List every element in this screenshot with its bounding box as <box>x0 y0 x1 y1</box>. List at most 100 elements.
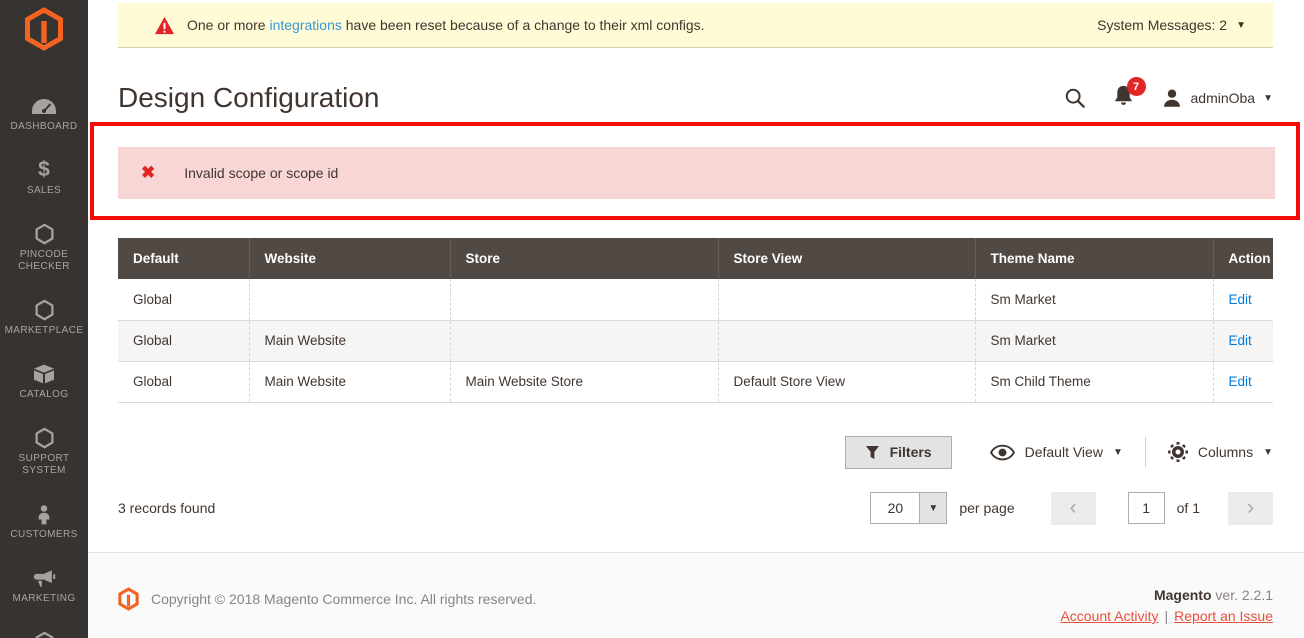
account-activity-link[interactable]: Account Activity <box>1060 608 1158 624</box>
sidebar-item-customers[interactable]: CUSTOMERS <box>2 503 86 541</box>
cell-default: Global <box>118 320 250 362</box>
gear-icon <box>1167 442 1188 462</box>
magento-logo-icon[interactable] <box>24 6 64 57</box>
column-header-store[interactable]: Store <box>450 238 719 279</box>
hexagon-icon <box>34 631 55 638</box>
magento-footer-logo-icon <box>118 587 139 611</box>
chevron-down-icon: ▼ <box>1263 446 1273 458</box>
cell-store <box>450 279 719 321</box>
hexagon-icon <box>34 299 55 321</box>
column-header-store-view[interactable]: Store View <box>718 238 976 279</box>
admin-sidebar: DASHBOARD $ SALES PINCODE CHECKER MARKET… <box>0 0 88 638</box>
cell-store-view: Default Store View <box>718 361 976 403</box>
records-count: 3 records found <box>118 500 216 516</box>
column-header-action[interactable]: Action <box>1213 238 1273 279</box>
sidebar-item-label: CUSTOMERS <box>10 529 78 540</box>
view-label: Default View <box>1024 444 1103 460</box>
sidebar-item-support-system[interactable]: SUPPORT SYSTEM <box>2 427 86 477</box>
sidebar-item-sales[interactable]: $ SALES <box>2 159 86 197</box>
message-suffix: have been reset because of a change to t… <box>341 17 705 33</box>
table-row: Global Sm Market Edit <box>118 279 1273 321</box>
sidebar-item-label: PINCODE CHECKER <box>18 249 70 272</box>
prev-page-button[interactable]: ‹ <box>1050 491 1096 525</box>
column-header-theme-name[interactable]: Theme Name <box>975 238 1214 279</box>
sidebar-item-dashboard[interactable]: DASHBOARD <box>2 95 86 133</box>
annotation-highlight-box: ✖ Invalid scope or scope id <box>90 122 1300 220</box>
cell-store: Main Website Store <box>450 361 719 403</box>
design-config-grid: Default Website Store Store View Theme N… <box>118 238 1273 403</box>
filters-button[interactable]: Filters <box>844 435 952 469</box>
sidebar-item-marketing[interactable]: MARKETING <box>2 567 86 605</box>
notification-badge: 7 <box>1126 77 1146 96</box>
message-prefix: One or more <box>187 17 270 33</box>
chevron-down-icon: ▼ <box>1112 446 1123 458</box>
person-icon <box>35 503 53 525</box>
sidebar-item-label: SUPPORT SYSTEM <box>18 453 70 476</box>
sidebar-item-reward-system[interactable]: REWARD SYSTEM <box>2 631 86 638</box>
dollar-icon: $ <box>38 158 50 181</box>
error-message: ✖ Invalid scope or scope id <box>118 147 1275 199</box>
per-page-value: 20 <box>887 500 904 516</box>
warning-triangle-icon <box>154 16 175 35</box>
table-row: Global Main Website Sm Market Edit <box>118 320 1273 362</box>
page-title: Design Configuration <box>118 82 380 113</box>
edit-link[interactable]: Edit <box>1229 333 1252 348</box>
cell-website: Main Website <box>249 320 451 362</box>
notifications-button[interactable]: 7 <box>1112 77 1146 112</box>
brand-name: Magento <box>1153 587 1212 603</box>
sidebar-item-pincode-checker[interactable]: PINCODE CHECKER <box>2 223 86 273</box>
sidebar-item-label: CATALOG <box>19 389 69 400</box>
package-icon <box>32 363 56 385</box>
columns-selector[interactable]: Columns ▼ <box>1167 442 1273 462</box>
cell-store-view <box>718 320 976 362</box>
per-page-label: per page <box>959 500 1015 516</box>
error-message-text: Invalid scope or scope id <box>184 165 339 181</box>
edit-link[interactable]: Edit <box>1229 292 1252 307</box>
system-messages-bar: One or more integrations have been reset… <box>118 3 1273 48</box>
cell-store <box>450 320 719 362</box>
integrations-link[interactable]: integrations <box>269 17 341 33</box>
cell-website: Main Website <box>249 361 451 403</box>
chevron-down-icon: ▼ <box>1236 19 1246 31</box>
sidebar-item-label: MARKETING <box>12 593 76 604</box>
version-line: Magento ver. 2.2.1 <box>1060 587 1273 603</box>
edit-link[interactable]: Edit <box>1229 374 1252 389</box>
megaphone-icon <box>32 567 56 589</box>
grid-toolbar: Filters Default View ▼ Columns ▼ <box>118 435 1273 469</box>
column-header-default[interactable]: Default <box>118 238 250 279</box>
search-icon[interactable] <box>1064 87 1086 109</box>
system-messages-count: System Messages: 2 <box>1097 17 1228 33</box>
cell-default: Global <box>118 361 250 403</box>
toolbar-divider <box>1144 437 1146 467</box>
filters-label: Filters <box>889 444 932 460</box>
report-issue-link[interactable]: Report an Issue <box>1174 608 1273 624</box>
cell-theme-name: Sm Market <box>975 320 1214 362</box>
chevron-down-icon: ▼ <box>1263 92 1273 104</box>
error-x-icon: ✖ <box>141 163 156 182</box>
page-number-input[interactable] <box>1127 492 1165 524</box>
column-header-website[interactable]: Website <box>249 238 451 279</box>
page-header: Design Configuration 7 adminOba ▼ <box>118 77 1273 118</box>
next-page-button[interactable]: › <box>1228 491 1273 525</box>
cell-default: Global <box>118 279 250 321</box>
sidebar-item-marketplace[interactable]: MARKETPLACE <box>2 299 86 337</box>
main-content: One or more integrations have been reset… <box>88 0 1304 638</box>
hexagon-icon <box>34 223 55 245</box>
per-page-select[interactable]: 20 ▼ <box>870 492 948 524</box>
sidebar-item-label: MARKETPLACE <box>4 325 84 336</box>
sidebar-item-catalog[interactable]: CATALOG <box>2 363 86 401</box>
view-selector[interactable]: Default View ▼ <box>989 444 1123 461</box>
cell-theme-name: Sm Market <box>975 279 1214 321</box>
copyright-text: Copyright © 2018 Magento Commerce Inc. A… <box>151 591 537 607</box>
username: adminOba <box>1190 90 1256 106</box>
table-row: Global Main Website Main Website Store D… <box>118 361 1273 403</box>
page-footer: Copyright © 2018 Magento Commerce Inc. A… <box>88 552 1304 638</box>
cell-website <box>249 279 451 321</box>
sidebar-item-label: SALES <box>26 185 62 196</box>
link-separator: | <box>1164 608 1169 624</box>
account-menu[interactable]: adminOba ▼ <box>1161 87 1273 109</box>
version-text: ver. 2.2.1 <box>1211 587 1273 603</box>
grid-footer: 3 records found 20 ▼ per page ‹ of 1 › <box>118 491 1273 525</box>
cell-store-view <box>718 279 976 321</box>
system-messages-toggle[interactable]: System Messages: 2 ▼ <box>1097 17 1246 33</box>
